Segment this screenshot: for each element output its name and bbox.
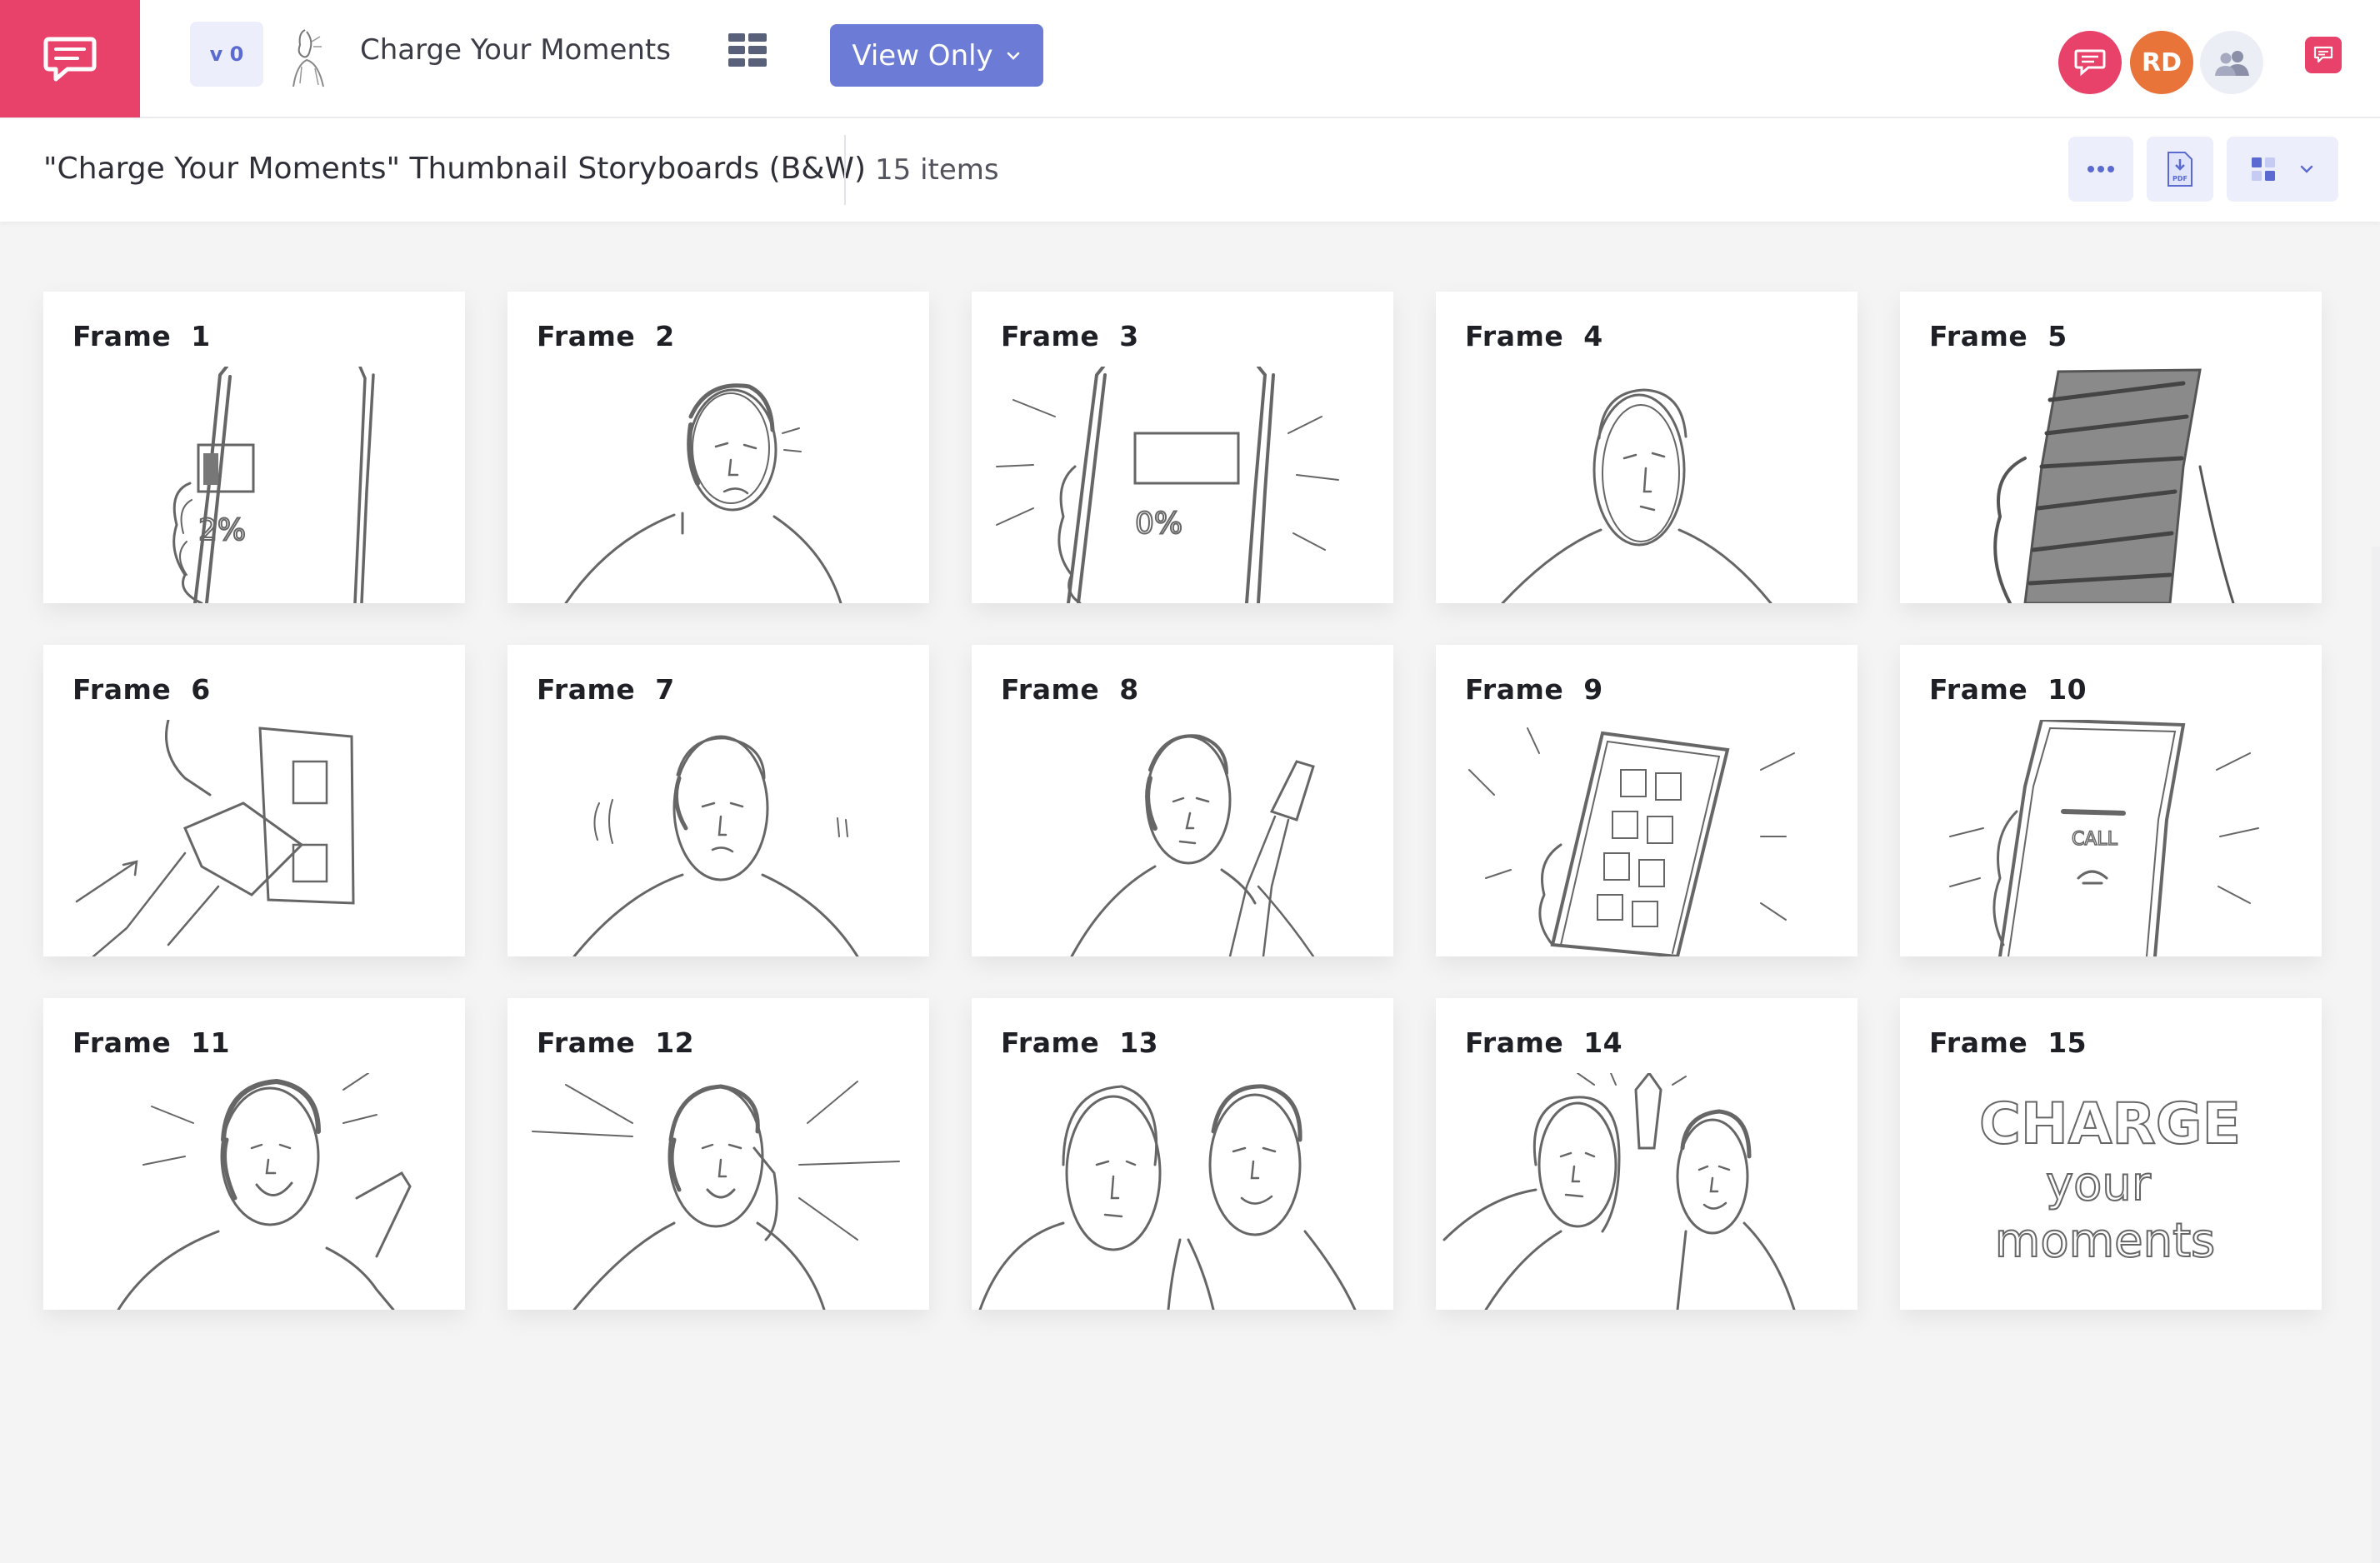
frame-label: Frame 7 [537, 673, 675, 706]
ellipsis-icon [2088, 166, 2114, 172]
scrollbar[interactable] [2372, 547, 2380, 1563]
frame-sketch-image: 0% [972, 365, 1393, 605]
chevron-down-icon [2300, 165, 2313, 173]
svg-text:CALL: CALL [2072, 829, 2118, 850]
collaborators-button[interactable] [2200, 31, 2263, 94]
sketch-thumbnail-icon [292, 29, 324, 87]
frame-label: Frame 14 [1465, 1026, 1623, 1059]
frame-card[interactable]: Frame 5 [1900, 292, 2322, 605]
frame-card[interactable]: Frame 4 [1436, 292, 1858, 605]
svg-text:0%: 0% [1135, 507, 1182, 541]
frame-label: Frame 6 [72, 673, 211, 706]
more-options-button[interactable] [2068, 137, 2133, 202]
project-title: Charge Your Moments [360, 33, 671, 67]
frame-sketch-image [1900, 367, 2322, 605]
frame-sketch-image [508, 1073, 929, 1311]
frame-sketch-image [972, 720, 1393, 958]
frame-sketch-image [508, 720, 929, 958]
board-header: "Charge Your Moments" Thumbnail Storyboa… [0, 118, 2380, 222]
frame-sketch-image [43, 1072, 465, 1311]
frame-label: Frame 12 [537, 1026, 695, 1059]
frame-card[interactable]: Frame 12 [508, 998, 929, 1311]
frame-card[interactable]: Frame 2 [508, 292, 929, 605]
sketch-title-line-2: your [2046, 1157, 2152, 1211]
chat-icon [2313, 46, 2333, 63]
user-avatar-rd[interactable]: RD [2130, 31, 2193, 94]
frame-label: Frame 8 [1001, 673, 1139, 706]
item-count: 15 items [875, 153, 999, 187]
frame-sketch-image [972, 1073, 1393, 1311]
frame-sketch-image [1436, 720, 1858, 959]
storyboard-grid: Frame 1 2% Frame 2 Frame 3 0% Frame 4 Fr… [0, 222, 2380, 1563]
view-only-dropdown[interactable]: View Only [830, 24, 1043, 87]
frame-card[interactable]: Frame 9 [1436, 645, 1858, 959]
pdf-badge-text: PDF [2172, 175, 2188, 182]
frame-card[interactable]: Frame 13 [972, 998, 1393, 1311]
frame-card[interactable]: Frame 6 [43, 645, 465, 958]
board-title: "Charge Your Moments" Thumbnail Storyboa… [43, 152, 867, 186]
project-thumbnail[interactable] [282, 25, 335, 88]
frame-label: Frame 15 [1929, 1026, 2088, 1059]
download-pdf-button[interactable]: PDF [2147, 137, 2213, 202]
frame-label: Frame 5 [1929, 320, 2068, 352]
frame-sketch-image [43, 718, 465, 958]
chevron-down-icon [1007, 52, 1019, 60]
speech-bubble-icon [43, 37, 97, 81]
frame-card[interactable]: Frame 7 [508, 645, 929, 958]
frame-label: Frame 9 [1465, 673, 1603, 706]
frame-label: Frame 3 [1001, 320, 1139, 352]
frame-label: Frame 1 [72, 320, 211, 352]
frame-card[interactable]: Frame 3 0% [972, 292, 1393, 605]
comment-icon [2074, 49, 2106, 77]
frame-card[interactable]: Frame 14 [1436, 998, 1858, 1311]
sketch-title-line-1: CHARGE [1979, 1091, 2241, 1157]
svg-text:2%: 2% [198, 513, 246, 547]
frame-label: Frame 4 [1465, 320, 1603, 352]
frame-sketch-image: CHARGE your moments [1900, 1073, 2322, 1310]
frame-card[interactable]: Frame 11 [43, 998, 465, 1311]
grid-view-icon[interactable] [727, 30, 768, 72]
frame-label: Frame 2 [537, 320, 675, 352]
users-icon [2215, 51, 2249, 76]
app-logo[interactable] [0, 0, 140, 117]
frame-card[interactable]: Frame 10 CALL [1900, 645, 2322, 958]
frame-sketch-image: CALL [1900, 717, 2322, 958]
pdf-download-icon: PDF [2168, 152, 2192, 187]
view-only-label: View Only [852, 38, 993, 72]
frame-label: Frame 10 [1929, 673, 2088, 706]
frame-card[interactable]: Frame 8 [972, 645, 1393, 958]
frame-sketch-image [1436, 367, 1858, 605]
sketch-title-line-3: moments [1995, 1214, 2215, 1268]
frame-sketch-image: 2% [43, 365, 465, 605]
layout-options-dropdown[interactable] [2227, 137, 2338, 202]
chat-button[interactable] [2305, 37, 2342, 73]
frame-label: Frame 11 [72, 1026, 231, 1059]
frame-label: Frame 13 [1001, 1026, 1159, 1059]
frame-card[interactable]: Frame 15 CHARGE your moments [1900, 998, 2322, 1310]
version-badge[interactable]: v 0 [190, 22, 263, 87]
comments-avatar[interactable] [2058, 31, 2122, 94]
frame-sketch-image [1436, 1071, 1858, 1311]
frame-card[interactable]: Frame 1 2% [43, 292, 465, 605]
layout-grid-icon [2252, 157, 2275, 181]
frame-sketch-image [508, 367, 929, 605]
top-bar: v 0 Charge Your Moments View Only RD [0, 0, 2380, 118]
divider [844, 135, 846, 205]
